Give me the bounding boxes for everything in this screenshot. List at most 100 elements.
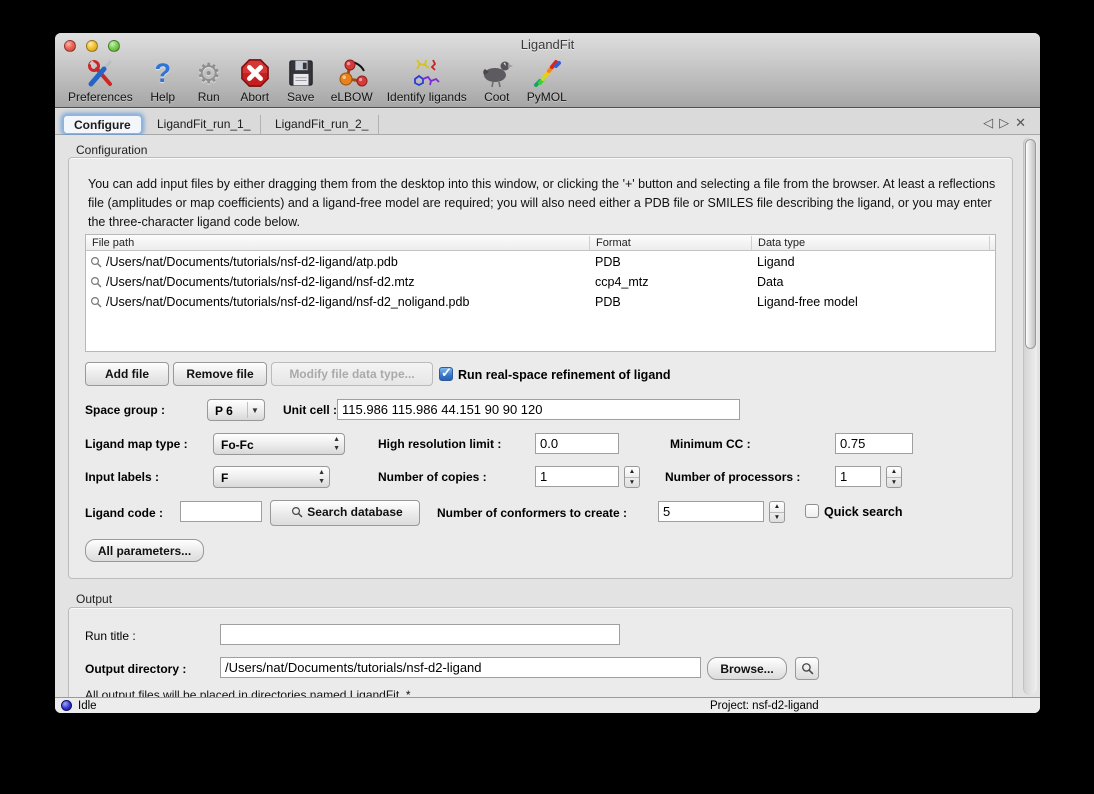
tab-prev-icon[interactable]: ◁ (983, 115, 999, 130)
ligand-map-type-popup[interactable]: Fo-Fc ▲▼ (213, 433, 345, 455)
search-database-button[interactable]: Search database (270, 500, 420, 526)
preferences-button[interactable]: Preferences (61, 55, 140, 104)
open-directory-magnifier-button[interactable] (795, 657, 819, 680)
num-conformers-label: Number of conformers to create : (437, 506, 627, 520)
file-format: ccp4_mtz (595, 275, 649, 289)
tab-ligandfit-run-1[interactable]: LigandFit_run_1_ (147, 115, 261, 134)
magnifier-icon (291, 506, 303, 521)
num-conformers-stepper[interactable]: ▲▼ (769, 501, 785, 523)
title-bar[interactable]: LigandFit (55, 33, 1040, 55)
window-title: LigandFit (55, 37, 1040, 52)
table-row[interactable]: /Users/nat/Documents/tutorials/nsf-d2-li… (86, 292, 995, 312)
remove-file-button[interactable]: Remove file (173, 362, 267, 386)
molecule-balls-icon (336, 57, 368, 89)
help-button[interactable]: ? Help (140, 55, 186, 104)
modify-file-data-type-button[interactable]: Modify file data type... (271, 362, 433, 386)
ligandfit-window: LigandFit Preferences ? Help (55, 33, 1040, 713)
file-path: /Users/nat/Documents/tutorials/nsf-d2-li… (106, 295, 469, 309)
abort-button[interactable]: Abort (232, 55, 278, 104)
space-group-label: Space group : (85, 403, 165, 417)
unit-cell-label: Unit cell : (283, 403, 337, 417)
output-directory-field[interactable] (220, 657, 701, 678)
magnifier-icon (90, 276, 102, 291)
tab-ligandfit-run-2[interactable]: LigandFit_run_2_ (265, 115, 379, 134)
run-title-field[interactable] (220, 624, 620, 645)
status-text: Idle (78, 700, 97, 712)
toolbar: Preferences ? Help ⚙ Run A (61, 55, 1034, 107)
output-section-label: Output (76, 592, 112, 606)
output-directory-label: Output directory : (85, 662, 186, 676)
minimum-cc-field[interactable] (835, 433, 913, 454)
space-group-combobox[interactable]: P 6 ▼ (207, 399, 265, 421)
status-sphere-icon (61, 700, 72, 711)
tab-next-icon[interactable]: ▷ (999, 115, 1015, 130)
gear-icon: ⚙ (193, 57, 225, 89)
stop-x-icon (239, 57, 271, 89)
high-res-limit-field[interactable] (535, 433, 619, 454)
column-header-data-type[interactable]: Data type (751, 236, 989, 250)
quick-search-checkbox[interactable] (805, 504, 819, 518)
run-refinement-checkbox[interactable] (439, 367, 453, 381)
file-data-type: Ligand (757, 255, 795, 269)
output-note-text: All output files will be placed in direc… (85, 688, 411, 697)
file-data-type: Data (757, 275, 783, 289)
elbow-button[interactable]: eLBOW (324, 55, 380, 104)
vertical-scrollbar[interactable] (1023, 137, 1037, 695)
num-processors-label: Number of processors : (665, 470, 800, 484)
num-processors-field[interactable] (835, 466, 881, 487)
run-button[interactable]: ⚙ Run (186, 55, 232, 104)
instructions-text: You can add input files by either draggi… (88, 175, 998, 231)
quick-search-label: Quick search (824, 505, 903, 519)
coot-button[interactable]: Coot (474, 55, 520, 104)
coot-bird-icon (481, 57, 513, 89)
configuration-section-label: Configuration (76, 143, 147, 157)
identify-ligands-button[interactable]: Identify ligands (380, 55, 474, 104)
output-groupbox (68, 607, 1013, 697)
tab-close-icon[interactable]: ✕ (1015, 115, 1032, 130)
magnifier-icon (90, 296, 102, 311)
ribbon-helix-icon (531, 57, 563, 89)
column-header-spacer (989, 236, 997, 250)
pymol-button[interactable]: PyMOL (520, 55, 574, 104)
num-copies-field[interactable] (535, 466, 619, 487)
question-mark-icon: ? (147, 57, 179, 89)
file-table[interactable]: File path Format Data type /Users/nat/Do… (85, 234, 996, 352)
file-format: PDB (595, 295, 621, 309)
column-header-file-path[interactable]: File path (86, 236, 589, 250)
unit-cell-field[interactable] (337, 399, 740, 420)
tab-configure[interactable]: Configure (63, 115, 142, 134)
chevron-down-icon: ▼ (247, 402, 262, 418)
column-header-format[interactable]: Format (589, 236, 751, 250)
browse-button[interactable]: Browse... (707, 657, 787, 680)
num-processors-stepper[interactable]: ▲▼ (886, 466, 902, 488)
tools-icon (84, 57, 116, 89)
num-conformers-field[interactable] (658, 501, 764, 522)
save-button[interactable]: Save (278, 55, 324, 104)
magnifier-icon (90, 256, 102, 271)
configure-panel: Configuration You can add input files by… (55, 135, 1040, 697)
project-text: Project: nsf-d2-ligand (710, 700, 819, 712)
file-path: /Users/nat/Documents/tutorials/nsf-d2-li… (106, 275, 414, 289)
scrollbar-thumb[interactable] (1025, 139, 1036, 349)
ligand-code-label: Ligand code : (85, 506, 163, 520)
file-format: PDB (595, 255, 621, 269)
file-table-header: File path Format Data type (86, 235, 995, 251)
tab-bar: Configure LigandFit_run_1_ LigandFit_run… (55, 109, 1040, 135)
num-copies-label: Number of copies : (378, 470, 487, 484)
status-bar: Idle Project: nsf-d2-ligand (55, 697, 1040, 713)
num-copies-stepper[interactable]: ▲▼ (624, 466, 640, 488)
input-labels-label: Input labels : (85, 470, 159, 484)
ligand-sketch-icon (411, 57, 443, 89)
window-chrome: LigandFit Preferences ? Help (55, 33, 1040, 108)
all-parameters-button[interactable]: All parameters... (85, 539, 204, 562)
minimum-cc-label: Minimum CC : (670, 437, 751, 451)
run-title-label: Run title : (85, 629, 136, 643)
table-row[interactable]: /Users/nat/Documents/tutorials/nsf-d2-li… (86, 252, 995, 272)
ligand-code-field[interactable] (180, 501, 262, 522)
input-labels-popup[interactable]: F ▲▼ (213, 466, 330, 488)
table-row[interactable]: /Users/nat/Documents/tutorials/nsf-d2-li… (86, 272, 995, 292)
floppy-disk-icon (285, 57, 317, 89)
add-file-button[interactable]: Add file (85, 362, 169, 386)
up-down-arrows-icon: ▲▼ (318, 468, 325, 486)
file-data-type: Ligand-free model (757, 295, 858, 309)
